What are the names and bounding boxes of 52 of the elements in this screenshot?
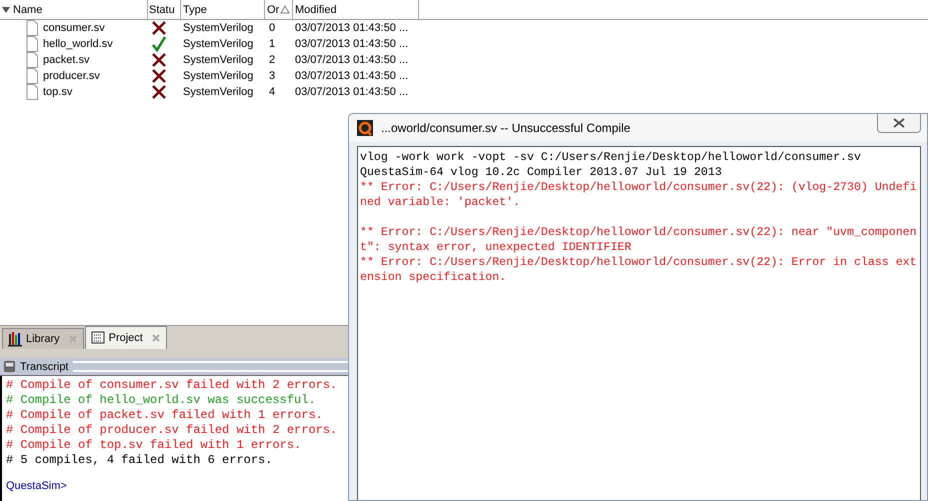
transcript-line: # Compile of consumer.sv failed with 2 errors. [6,378,338,393]
tab[interactable]: Library [2,328,84,349]
order-number: 3 [269,70,276,82]
transcript-line: # Compile of hello_world.sv was successful. [6,393,317,408]
bars-chart-icon [8,331,22,347]
order-number: 0 [269,22,276,34]
column-header[interactable]: Or [265,0,293,19]
grid-icon [90,330,105,346]
file-name[interactable]: consumer.sv [43,22,105,34]
file-name[interactable]: producer.sv [43,70,100,82]
file-type: SystemVerilog [183,86,254,98]
column-header[interactable]: Statu [148,0,181,19]
file-type: SystemVerilog [183,70,254,82]
file-icon [26,52,38,68]
transcript-line: # 5 compiles, 4 failed with 6 errors. [6,453,274,468]
file-icon [26,84,38,100]
output-line: QuestaSim-64 vlog 10.2c Compiler 2013.07 Jul 19 2013 [360,165,723,180]
modified-date: 03/07/2013 01:43:50 ... [295,22,408,34]
order-number: 2 [269,54,276,66]
output-line: ** Error: C:/Users/Renjie/Desktop/helloworld/consumer.sv(22): near "uvm_component": syntax error, unexpected IDENTIFIER [360,225,918,255]
modified-date: 03/07/2013 01:43:50 ... [295,70,408,82]
column-header[interactable]: Modified [293,0,419,19]
close-icon [150,333,161,343]
sort-icon [280,4,290,14]
file-name[interactable]: top.sv [43,86,72,98]
order-number: 1 [269,38,276,50]
output-line: vlog -work work -vopt -sv C:/Users/Renjie/Desktop/helloworld/consumer.sv [360,150,862,165]
transcript-line: # Compile of packet.sv failed with 1 errors. [6,408,324,423]
tab[interactable]: Project [84,326,167,349]
modified-date: 03/07/2013 01:43:50 ... [295,54,408,66]
transcript-line: # Compile of producer.sv failed with 2 errors. [6,423,338,438]
dialog-title: ...oworld/consumer.sv -- Unsuccessful Compile [381,121,632,135]
modified-date: 03/07/2013 01:43:50 ... [295,38,408,50]
column-menu-icon [1,4,11,14]
panel-title: Transcript [20,360,68,372]
column-header[interactable]: Type [181,0,265,19]
transcript-line: # Compile of top.sv failed with 1 errors. [6,438,302,453]
file-name[interactable]: packet.sv [43,54,90,66]
modified-date: 03/07/2013 01:43:50 ... [295,86,408,98]
close-icon [68,334,78,344]
output-line: ** Error: C:/Users/Renjie/Desktop/helloworld/consumer.sv(22): Error in class extension specification. [360,255,918,285]
file-name[interactable]: hello_world.sv [43,38,113,50]
close-icon [892,118,906,128]
file-icon [26,36,38,52]
file-type: SystemVerilog [183,38,254,50]
file-type: SystemVerilog [183,54,254,66]
output-line: ** Error: C:/Users/Renjie/Desktop/helloworld/consumer.sv(22): (vlog-2730) Undefined variable: 'packet'. [360,180,918,210]
order-number: 4 [269,86,276,98]
file-icon [26,68,38,84]
app-logo-icon [357,120,373,136]
close-button[interactable] [877,114,921,133]
file-type: SystemVerilog [183,22,254,34]
